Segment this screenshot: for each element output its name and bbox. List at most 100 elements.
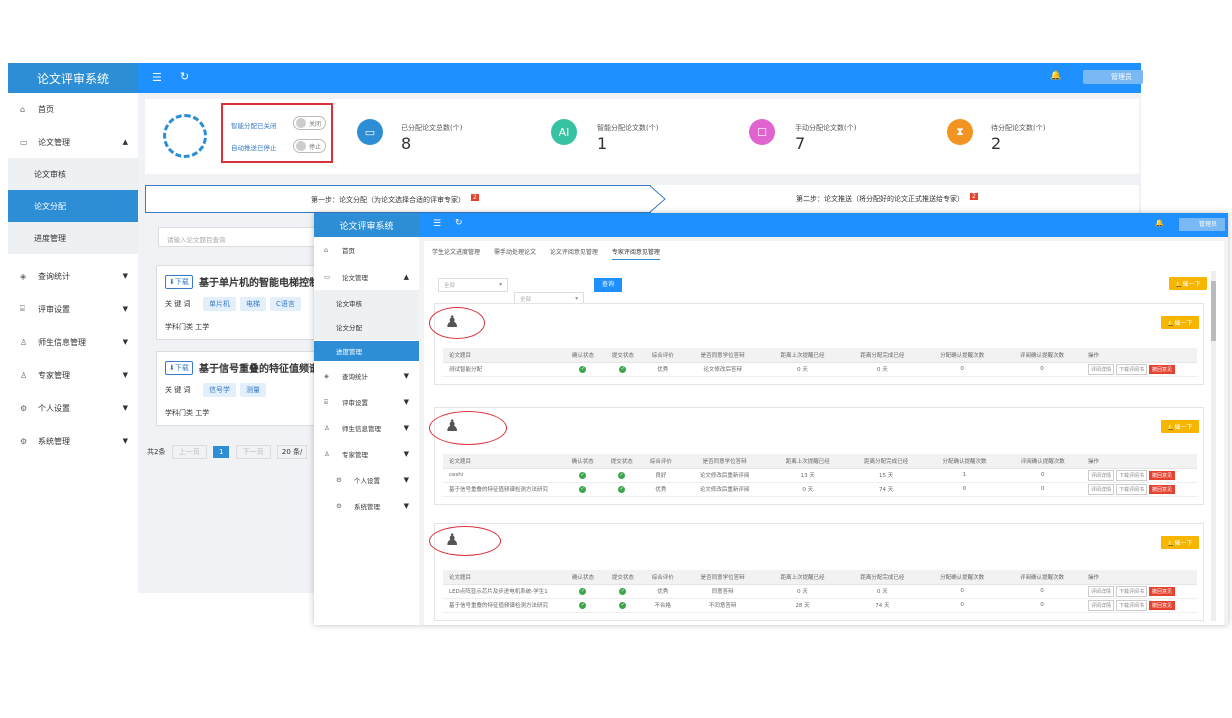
tab-expert-opinions[interactable]: 专家评阅意见管理	[611, 249, 660, 260]
sidebar-item-experts[interactable]: ♙ 专家管理 ▼	[314, 441, 419, 467]
sidebar-item-teacher-student[interactable]: ♙ 师生信息管理 ▼	[8, 326, 138, 358]
detail-button[interactable]: 评阅详情	[1088, 599, 1115, 611]
refresh-icon[interactable]: ↻	[180, 70, 189, 83]
expert-table: 论文题目 确认状态 提交状态 综合评价 是否同意学位答辩 距离上次提醒已经 距离分配完成已经…	[443, 348, 1197, 377]
detail-button[interactable]: 评阅详情	[1088, 363, 1115, 375]
sidebar-item-personal[interactable]: ⚙ 个人设置 ▼	[314, 467, 419, 493]
download-report-button[interactable]: 下载评阅书	[1116, 599, 1148, 611]
download-report-button[interactable]: 下载评阅书	[1116, 469, 1148, 481]
subject: 学科门类 工学	[165, 323, 210, 331]
query-button[interactable]: 查询	[594, 278, 622, 292]
remind-button[interactable]: 🔔催一下	[1161, 536, 1199, 549]
gear-icon: ⚙	[336, 476, 342, 484]
chevron-down-icon: ▼	[403, 372, 409, 380]
prev-page-button[interactable]: 上一页	[171, 445, 207, 459]
withdraw-button[interactable]: 撤回意见	[1149, 586, 1176, 596]
app-logo: 论文评审系统	[314, 213, 419, 237]
detail-button[interactable]: 评阅详情	[1088, 483, 1115, 495]
next-page-button[interactable]: 下一页	[235, 445, 271, 459]
detail-button[interactable]: 评阅详情	[1088, 469, 1115, 481]
filter-select-1[interactable]: 全部 ▾	[438, 278, 508, 292]
table-row: 基于信号重叠的特征值频谱检测方法研究 ✓ ✓ 优秀 论文修改后重新评阅 0 天 74 天00…	[443, 482, 1197, 497]
expert-card: ♟ 🔔催一下 论文题目 确认状态 提交状态 综合评价 是否同意学位答辩 距离上次提醒已经距…	[429, 303, 1204, 385]
person-icon: ♙	[20, 370, 28, 380]
remind-button[interactable]: 🔔催一下	[1161, 420, 1199, 433]
tab-manual[interactable]: 需手动处理论文	[494, 249, 536, 256]
detail-button[interactable]: 评阅详情	[1088, 585, 1115, 597]
search-input[interactable]: 请输入论文题目查询	[158, 227, 318, 247]
sidebar-item-system[interactable]: ⚙ 系统管理 ▼	[8, 425, 138, 457]
user-menu[interactable]: 管理员	[1179, 218, 1225, 231]
menu-toggle-icon[interactable]: ☰	[152, 71, 162, 84]
bell-icon[interactable]: 🔔	[1050, 71, 1061, 81]
table-row: 测试智能分配 ✓ ✓ 优秀 论文修改后答辩 0 天0 天 0 0 评阅详情 下载评阅书 撤回意见	[443, 362, 1197, 377]
sidebar-item-paper-assign[interactable]: 论文分配	[314, 314, 419, 340]
remind-all-button[interactable]: 🔔催一下	[1169, 277, 1207, 290]
step-1[interactable]: 第一步：论文分配（为论文选择合适的评审专家） 2	[145, 185, 651, 213]
sidebar-item-progress[interactable]: 进度管理	[8, 222, 138, 254]
withdraw-button[interactable]: 撤回意见	[1149, 600, 1176, 610]
table-row: LED点阵显示芯片及步进电机系统-学生1 ✓ ✓ 优秀 同意答辩 0 天0 天 0 0 评阅详情…	[443, 584, 1197, 599]
user-menu[interactable]: 管理员	[1083, 70, 1143, 84]
sidebar-item-paper-management[interactable]: ▭ 论文管理 ▲	[8, 126, 138, 158]
sidebar-item-query-stats[interactable]: ◈ 查询统计 ▼	[8, 260, 138, 292]
sidebar-item-paper-management[interactable]: ▭ 论文管理 ▲	[314, 264, 419, 290]
sidebar-item-home[interactable]: ⌂ 首页	[314, 237, 419, 263]
auto-push-toggle[interactable]: 停止	[293, 139, 327, 153]
download-button[interactable]: ⬇下载	[165, 361, 193, 375]
download-report-button[interactable]: 下载评阅书	[1116, 483, 1148, 495]
stat-label: 已分配论文总数(个)	[401, 124, 463, 132]
stat-value: 8	[401, 134, 412, 153]
expert-card: ♟ 🔔催一下 论文题目 确认状态 提交状态 综合评价 是否同意学位答辩 距离上次提醒已经距…	[429, 523, 1204, 621]
bell-icon[interactable]: 🔔	[1155, 219, 1164, 227]
sidebar-item-paper-review[interactable]: 论文审核	[8, 158, 138, 190]
smart-assign-toggle[interactable]: 关闭	[293, 116, 327, 130]
chevron-down-icon: ▾	[575, 296, 578, 302]
sidebar-item-query-stats[interactable]: ◈ 查询统计 ▼	[314, 363, 419, 389]
table-row: ceshi ✓ ✓ 良好 论文修改后重新评阅 13 天 15 天 1 0 评阅详情 下载评阅书 撤回意…	[443, 468, 1197, 483]
sidebar-item-paper-assign[interactable]: 论文分配	[8, 190, 138, 222]
scrollbar[interactable]	[1211, 271, 1216, 621]
sidebar-item-system[interactable]: ⚙ 系统管理 ▼	[314, 493, 419, 519]
download-report-button[interactable]: 下载评阅书	[1116, 363, 1148, 375]
download-button[interactable]: ⬇下载	[165, 275, 193, 289]
highlight-circle	[429, 526, 501, 556]
top-bar: ☰ ↻ 🔔 管理员	[138, 63, 1143, 93]
withdraw-button[interactable]: 撤回意见	[1149, 470, 1176, 480]
sidebar-item-progress[interactable]: 进度管理	[314, 341, 419, 361]
chevron-up-icon: ▲	[122, 138, 128, 146]
gear-icon: ⚙	[20, 436, 28, 446]
sidebar-item-personal[interactable]: ⚙ 个人设置 ▼	[8, 392, 138, 424]
remind-button[interactable]: 🔔催一下	[1161, 316, 1199, 329]
chevron-down-icon: ▼	[122, 305, 128, 313]
page-size-select[interactable]: 20 条/	[276, 445, 308, 459]
step-badge: 2	[970, 193, 978, 200]
chevron-up-icon: ▲	[403, 273, 409, 281]
chevron-down-icon: ▼	[403, 424, 409, 432]
expert-table: 论文题目 确认状态 提交状态 综合评价 是否同意学位答辩 距离上次提醒已经 距离分配完成已经…	[443, 570, 1197, 613]
sidebar-item-review-settings[interactable]: ⌸ 评审设置 ▼	[8, 293, 138, 325]
refresh-icon[interactable]: ↻	[455, 218, 463, 228]
sidebar-item-experts[interactable]: ♙ 专家管理 ▼	[8, 359, 138, 391]
withdraw-button[interactable]: 撤回意见	[1149, 364, 1176, 374]
spinner-icon	[163, 114, 207, 158]
tab-paper-opinions[interactable]: 论文评阅意见管理	[550, 249, 598, 256]
step-2[interactable]: 第二步：论文推送（将分配好的论文正式推送给专家）	[796, 194, 964, 204]
expert-avatar-icon: ♟	[445, 416, 460, 435]
th-submit: 提交状态	[602, 348, 643, 363]
page-1-button[interactable]: 1	[212, 446, 230, 458]
paper-title[interactable]: 基于信号重叠的特征值频谱	[199, 360, 319, 375]
sidebar-item-home[interactable]: ⌂ 首页	[8, 93, 138, 125]
tab-student-progress[interactable]: 学生论文进度管理	[432, 249, 480, 256]
withdraw-button[interactable]: 撤回意见	[1149, 484, 1176, 494]
user-icon: ♙	[20, 337, 28, 347]
menu-toggle-icon[interactable]: ☰	[433, 219, 441, 229]
paper-title[interactable]: 基于单片机的智能电梯控制	[199, 274, 319, 289]
sidebar-item-review-settings[interactable]: ⌸ 评审设置 ▼	[314, 389, 419, 415]
stack-icon: ◈	[324, 372, 329, 380]
download-report-button[interactable]: 下载评阅书	[1116, 585, 1148, 597]
chevron-down-icon: ▼	[403, 476, 409, 484]
th-agree: 是否同意学位答辩	[682, 348, 763, 363]
sidebar-item-paper-review[interactable]: 论文审核	[314, 290, 419, 316]
sidebar-item-teacher-student[interactable]: ♙ 师生信息管理 ▼	[314, 415, 419, 441]
